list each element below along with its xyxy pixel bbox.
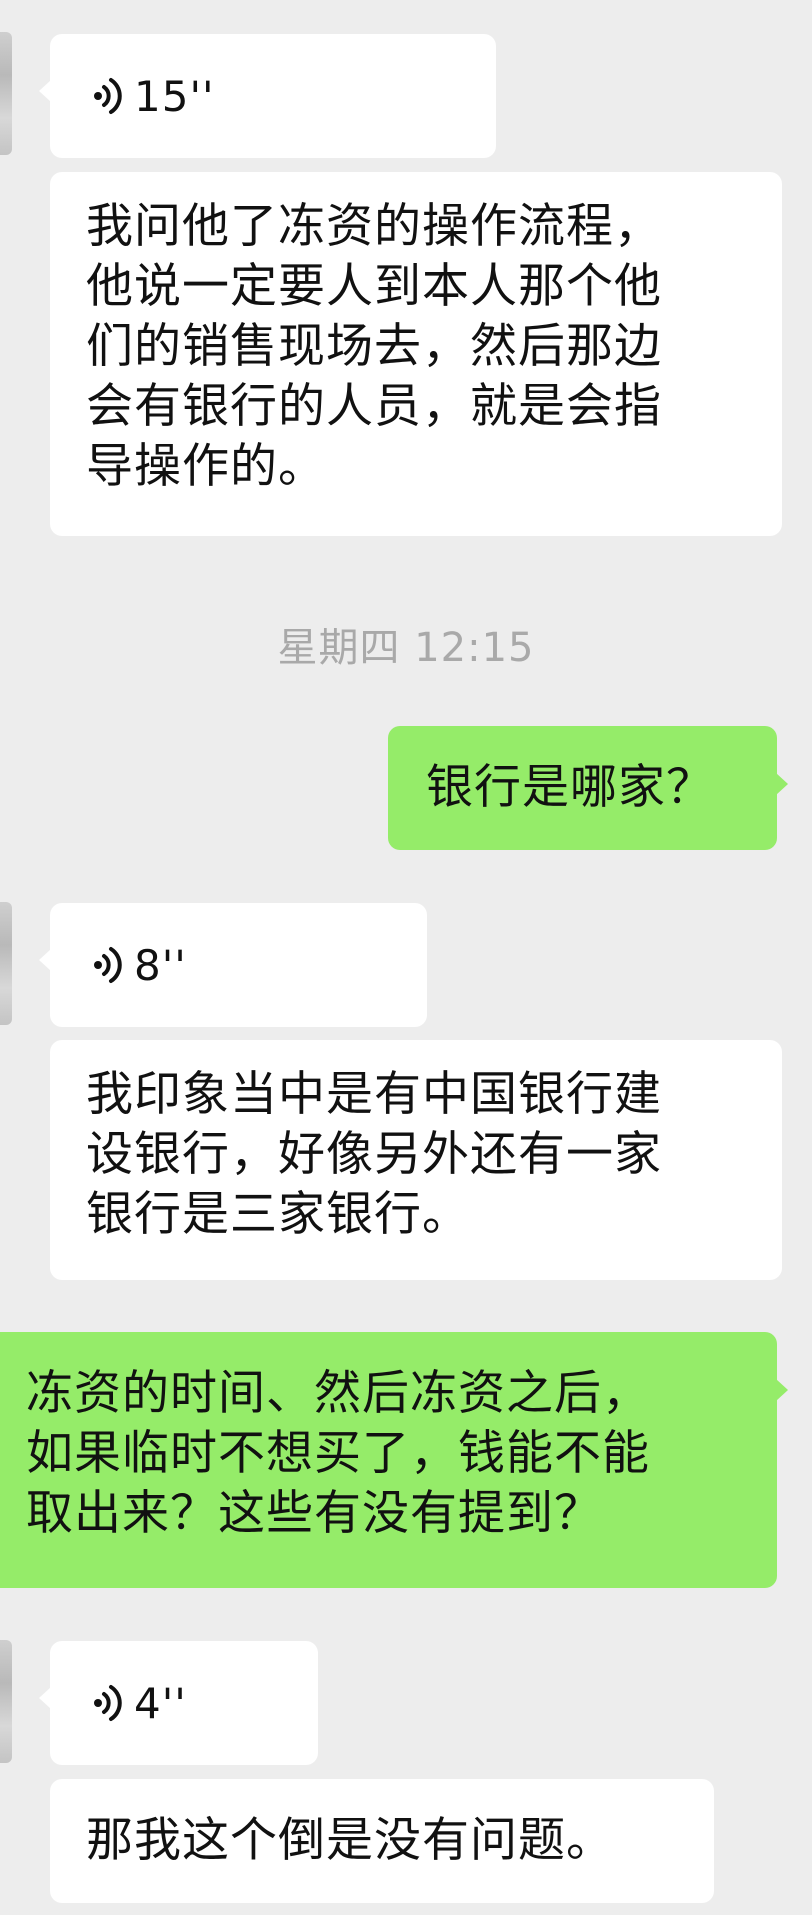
message-text[interactable]: 那我这个倒是没有问题。 [50, 1779, 714, 1903]
message-text[interactable]: 我问他了冻资的操作流程， 他说一定要人到本人那个他 们的销售现场去，然后那边 会… [50, 172, 782, 536]
message-text[interactable]: 冻资的时间、然后冻资之后， 如果临时不想买了，钱能不能 取出来？这些有没有提到？ [0, 1332, 788, 1588]
message-text[interactable]: 我印象当中是有中国银行建 设银行，好像另外还有一家 银行是三家银行。 [50, 1040, 782, 1280]
voice-duration: 4'' [134, 1678, 187, 1728]
message-text[interactable]: 银行是哪家？ [388, 726, 788, 850]
timestamp: 星期四 12:15 [277, 625, 535, 671]
voice-wave-icon [94, 78, 122, 114]
voice-message[interactable]: 15'' [39, 34, 496, 158]
contact-avatar[interactable] [0, 1640, 12, 1763]
chat-conversation: 15'' 我问他了冻资的操作流程， 他说一定要人到本人那个他 们的销售现场去，然… [0, 0, 812, 1915]
contact-avatar[interactable] [0, 32, 12, 155]
voice-message[interactable]: 4'' [39, 1641, 318, 1765]
voice-duration: 15'' [134, 71, 215, 121]
contact-avatar[interactable] [0, 902, 12, 1025]
voice-wave-icon [94, 947, 122, 983]
voice-message[interactable]: 8'' [39, 903, 427, 1027]
voice-duration: 8'' [134, 940, 187, 990]
voice-wave-icon [94, 1685, 122, 1721]
